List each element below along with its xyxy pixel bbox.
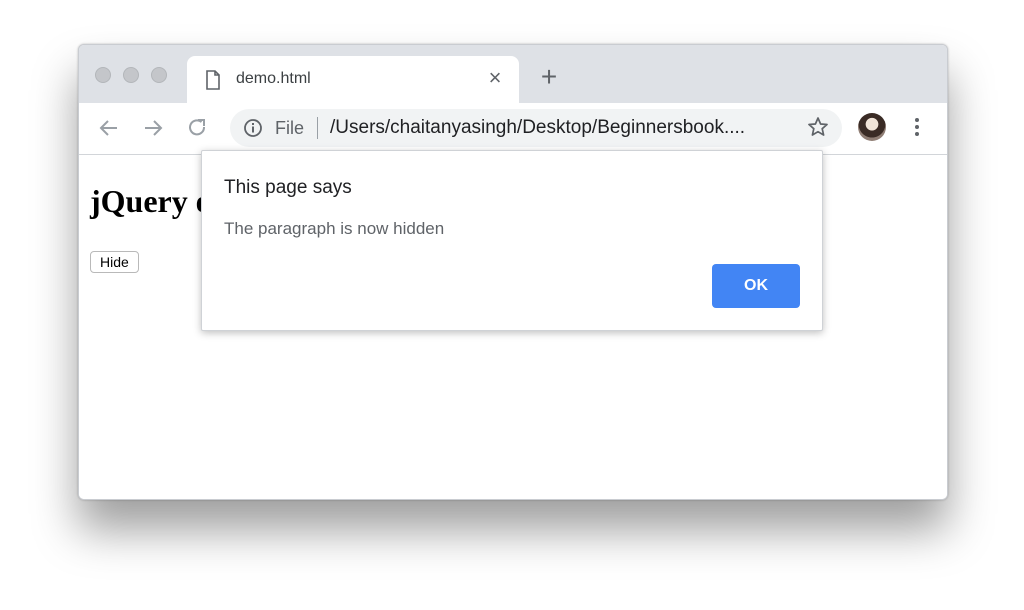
url-text[interactable]: /Users/chaitanyasingh/Desktop/Beginnersb… <box>330 117 745 139</box>
page-heading-text: jQuery <box>90 183 188 219</box>
title-bar: demo.html × + <box>79 45 947 103</box>
file-icon <box>206 70 220 90</box>
close-window-button[interactable] <box>95 67 111 83</box>
tab-demo[interactable]: demo.html × <box>187 56 519 103</box>
address-bar[interactable]: File /Users/chaitanyasingh/Desktop/Begin… <box>230 109 842 147</box>
scheme-label: File <box>275 118 305 138</box>
zoom-window-button[interactable] <box>151 67 167 83</box>
info-icon[interactable] <box>243 118 263 138</box>
star-icon[interactable] <box>806 115 830 139</box>
dialog-title: This page says <box>224 177 352 198</box>
dialog-message: The paragraph is now hidden <box>224 219 445 238</box>
tab-title: demo.html <box>236 70 311 87</box>
ok-button[interactable]: OK <box>712 264 800 308</box>
alert-dialog: This page says The paragraph is now hidd… <box>201 150 823 331</box>
page-heading: jQuery e <box>90 183 210 220</box>
plus-icon[interactable]: + <box>537 63 561 91</box>
hide-button[interactable]: Hide <box>90 251 139 273</box>
toolbar: File /Users/chaitanyasingh/Desktop/Begin… <box>79 103 947 155</box>
forward-arrow-icon[interactable] <box>140 115 166 141</box>
reload-icon[interactable] <box>184 115 210 141</box>
close-icon[interactable]: × <box>483 66 507 90</box>
minimize-window-button[interactable] <box>123 67 139 83</box>
avatar[interactable] <box>858 113 886 141</box>
more-vert-icon[interactable] <box>909 115 925 141</box>
separator <box>317 117 318 139</box>
back-arrow-icon[interactable] <box>96 115 122 141</box>
